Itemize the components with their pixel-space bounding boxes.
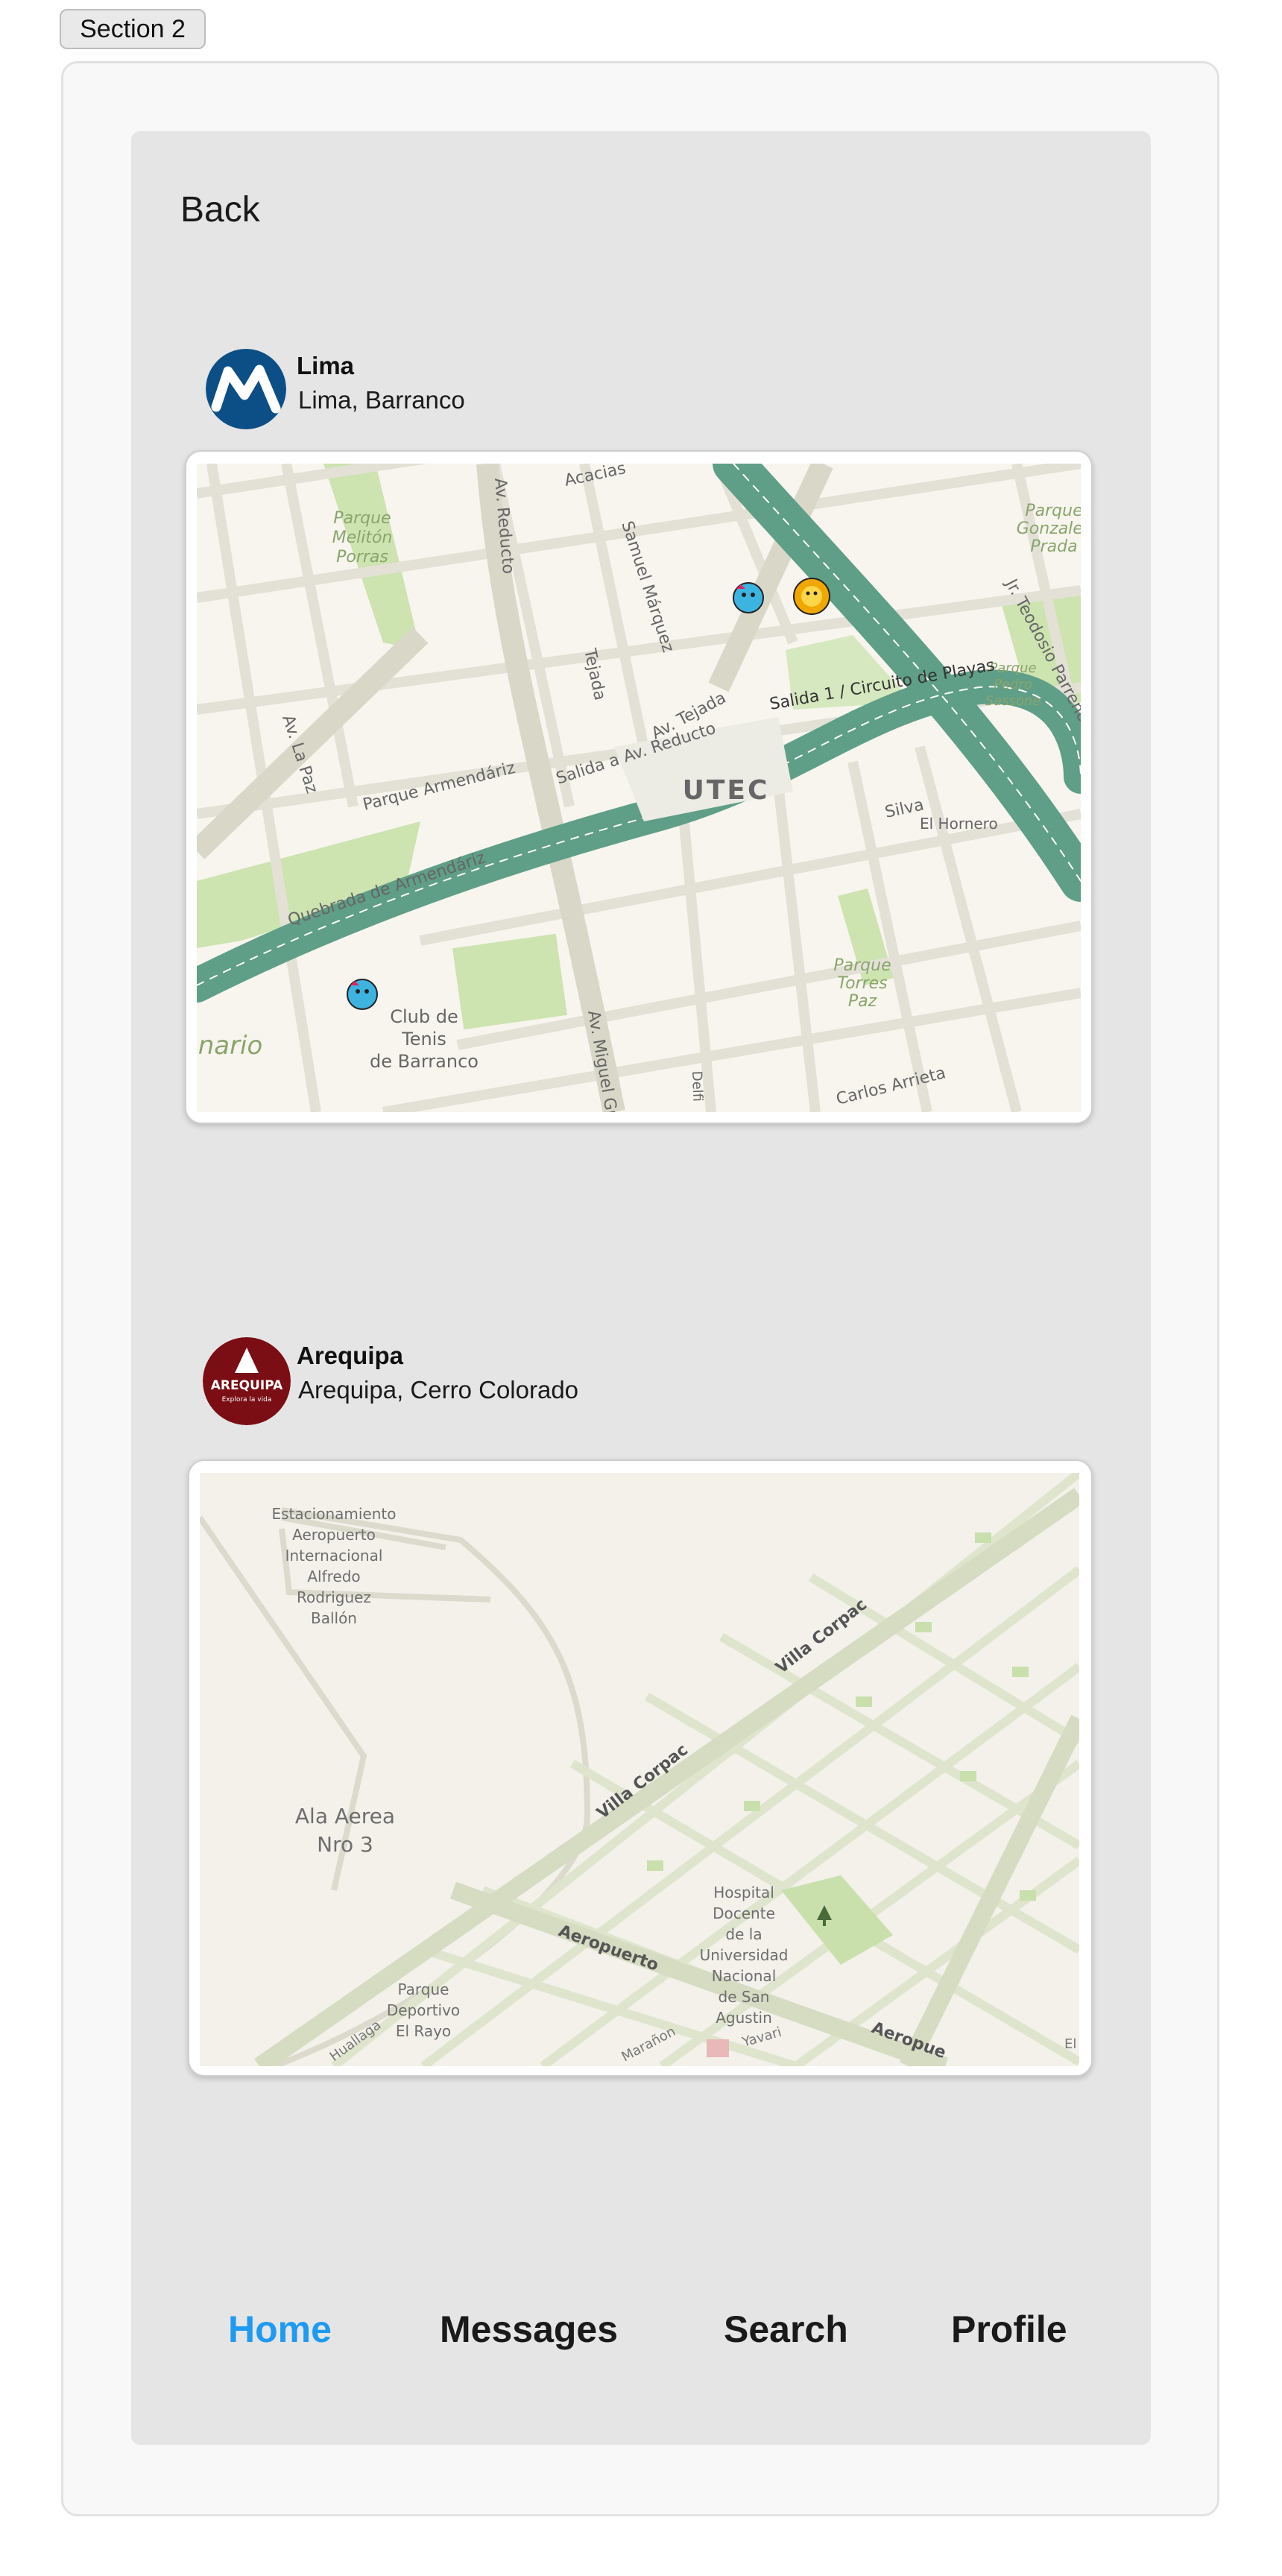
svg-text:El Hornero: El Hornero [920,815,998,833]
svg-text:Hospital: Hospital [713,1884,774,1901]
svg-text:Parque: Parque [989,660,1036,676]
svg-text:El Rayo: El Rayo [396,2022,451,2040]
svg-text:de San: de San [719,1988,770,2006]
svg-text:Porras: Porras [336,548,388,566]
svg-text:Pedro: Pedro [994,677,1032,692]
post-author-name[interactable]: Arequipa [297,1342,403,1370]
svg-text:Delfi: Delfi [689,1070,705,1102]
arequipa-logo-icon: AREQUIPA Explora la vida [203,1337,291,1425]
svg-text:Nro 3: Nro 3 [317,1832,373,1857]
avatar[interactable] [206,349,286,429]
svg-text:Paz: Paz [848,992,877,1011]
svg-text:Deportivo: Deportivo [387,2001,460,2019]
back-button[interactable]: Back [180,189,260,230]
svg-text:Prada: Prada [1030,537,1077,556]
svg-text:Tenis: Tenis [401,1029,446,1049]
svg-text:Rodriguez: Rodriguez [297,1588,371,1606]
lima-logo-icon [206,349,286,429]
svg-text:Parque: Parque [333,509,391,528]
section-tab[interactable]: Section 2 [60,9,206,49]
svg-text:Agustin: Agustin [716,2009,772,2027]
post-location: Lima, Barranco [298,386,465,414]
svg-text:Parque: Parque [398,1980,449,1998]
svg-text:Parque: Parque [1025,502,1081,520]
svg-text:UTEC: UTEC [683,775,770,806]
svg-text:Internacional: Internacional [285,1547,383,1565]
svg-text:Aeropuerto: Aeropuerto [292,1526,376,1544]
svg-text:Explora la vida: Explora la vida [222,1396,272,1404]
svg-text:Parque: Parque [833,956,891,975]
map-image: Estacionamiento Aeropuerto Internacional… [200,1473,1079,2066]
waze-user-icon [733,582,764,613]
svg-text:Gonzales: Gonzales [1017,520,1081,538]
svg-text:Estacionamiento: Estacionamiento [272,1505,397,1523]
svg-text:Melitón: Melitón [332,528,393,547]
map-preview-lima[interactable]: Parque Melitón Porras Parque Torres Paz … [185,450,1093,1124]
nav-home[interactable]: Home [228,2308,332,2351]
svg-text:Nacional: Nacional [712,1967,777,1985]
post-location: Arequipa, Cerro Colorado [298,1376,579,1404]
avatar[interactable]: AREQUIPA Explora la vida [203,1337,291,1425]
svg-text:Club de: Club de [390,1006,458,1027]
svg-text:Ala Aerea: Ala Aerea [295,1804,395,1828]
svg-text:Alfredo: Alfredo [307,1568,360,1585]
nav-messages[interactable]: Messages [440,2308,618,2351]
svg-text:El: El [1064,2036,1076,2052]
svg-text:Sassone: Sassone [985,693,1041,709]
map-preview-arequipa[interactable]: Estacionamiento Aeropuerto Internacional… [188,1459,1093,2077]
map-image: Parque Melitón Porras Parque Torres Paz … [197,464,1081,1112]
svg-text:Torres: Torres [837,974,887,993]
svg-text:de Barranco: de Barranco [370,1051,479,1072]
svg-text:Ballón: Ballón [311,1609,357,1627]
nav-profile[interactable]: Profile [951,2308,1067,2351]
svg-text:de la: de la [725,1925,762,1943]
post-author-name[interactable]: Lima [297,352,354,380]
app-screen: Back Lima Lima, Barranco Parque Melitón … [131,131,1151,2445]
svg-text:Docente: Docente [713,1904,775,1922]
svg-text:nario: nario [198,1031,263,1061]
waze-sun-icon [793,578,830,615]
svg-text:AREQUIPA: AREQUIPA [211,1378,283,1393]
nav-search[interactable]: Search [724,2308,848,2351]
svg-text:Universidad: Universidad [700,1946,789,1964]
bottom-navigation: Home Messages Search Profile [131,2308,1151,2367]
waze-user-icon [347,979,378,1010]
